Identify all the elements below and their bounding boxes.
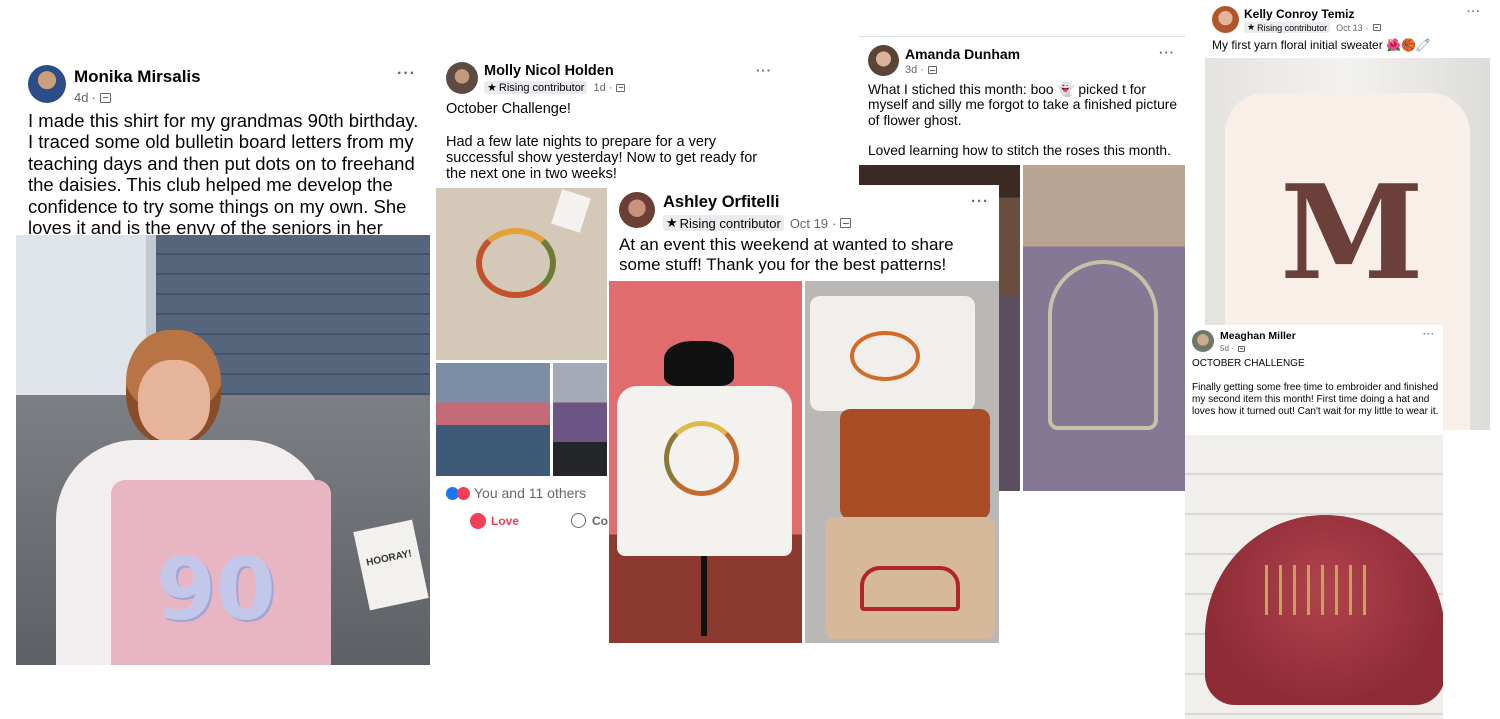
more-options-icon[interactable]: ··· (397, 65, 416, 83)
avatar[interactable] (619, 192, 655, 228)
post-time[interactable]: 5d (1220, 344, 1229, 353)
person-face (138, 360, 210, 442)
author-name[interactable]: Amanda Dunham (905, 46, 1020, 62)
avatar[interactable] (28, 65, 66, 103)
post-time[interactable]: 1d (593, 82, 605, 94)
post-time[interactable]: 4d (74, 90, 88, 105)
avatar[interactable] (868, 45, 899, 76)
post-meaghan: Meaghan Miller 5d · ··· OCTOBER CHALLENG… (1185, 325, 1443, 719)
tag (551, 189, 591, 233)
post-time[interactable]: 3d (905, 64, 917, 76)
love-reaction-icon (457, 486, 470, 500)
post-text: At an event this weekend at wanted to sh… (619, 235, 954, 274)
market-stall-photo-1[interactable] (436, 363, 550, 476)
star-icon: ★ (666, 215, 678, 230)
author-name[interactable]: Monika Mirsalis (74, 67, 201, 87)
pumpkin-sweaters-photo[interactable] (805, 281, 999, 643)
rising-contributor-badge: ★ Rising contributor (1244, 22, 1331, 33)
star-icon: ★ (1247, 22, 1256, 32)
post-text: OCTOBER CHALLENGE Finally getting some f… (1192, 358, 1439, 417)
globe-icon (927, 66, 937, 74)
globe-icon (1372, 24, 1381, 31)
post-text: What I stiched this month: boo 👻 picked … (868, 82, 1178, 159)
more-options-icon[interactable]: ··· (1423, 329, 1435, 339)
author-name[interactable]: Molly Nicol Holden (484, 63, 625, 79)
more-options-icon[interactable]: ··· (756, 63, 772, 78)
comment-icon (571, 513, 586, 528)
more-options-icon[interactable]: ··· (971, 193, 989, 210)
star-icon: ★ (487, 82, 497, 94)
author-name[interactable]: Meaghan Miller (1220, 330, 1296, 342)
globe-icon (840, 218, 852, 228)
avatar[interactable] (446, 62, 478, 94)
avatar[interactable] (1192, 330, 1214, 352)
post-time[interactable]: Oct 13 (1336, 23, 1363, 33)
post-time[interactable]: Oct 19 (790, 216, 828, 231)
more-options-icon[interactable]: ··· (1467, 6, 1481, 18)
turkey-sweater-hanger-photo[interactable] (609, 281, 802, 643)
author-name[interactable]: Kelly Conroy Temiz (1244, 7, 1381, 21)
rising-contributor-badge: ★ Rising contributor (663, 215, 784, 231)
post-text: October Challenge! Had a few late nights… (446, 101, 758, 183)
turkey-embroidery (664, 421, 739, 496)
turkey-sweater-photo[interactable] (436, 188, 607, 360)
post-monika: Monika Mirsalis 4d · ··· I made this shi… (16, 55, 430, 665)
embroidered-hat-photo[interactable] (1185, 435, 1443, 719)
globe-icon (616, 83, 626, 92)
post-text: My first yarn floral initial sweater 🌺🏀🧷 (1212, 38, 1431, 52)
avatar[interactable] (1212, 6, 1239, 33)
post-ashley: Ashley Orfitelli ★ Rising contributor Oct… (609, 185, 999, 643)
author-name[interactable]: Ashley Orfitelli (663, 193, 851, 212)
rust-pumpkin-sweater (840, 409, 990, 519)
hanger-bow (664, 341, 734, 386)
globe-icon (99, 92, 111, 103)
reactions-row[interactable]: You and 11 others (446, 485, 586, 501)
turkey-embroidery (476, 228, 556, 298)
wildflower-embroidery (1265, 565, 1375, 615)
more-options-icon[interactable]: ··· (1159, 45, 1175, 60)
shirt-number: 90 (156, 540, 276, 640)
rising-contributor-badge: ★ Rising contributor (484, 81, 588, 94)
ghost-embroidery (1048, 260, 1158, 430)
ghost-sweater-photo[interactable] (1023, 165, 1185, 491)
stand-pole (701, 556, 707, 636)
post-photo[interactable]: 90 HOORAY! (16, 235, 430, 665)
market-stall-photo-2[interactable] (553, 363, 607, 476)
reactions-count[interactable]: You and 11 others (474, 485, 586, 501)
love-icon (470, 513, 486, 529)
comment-button[interactable]: Co (571, 513, 608, 528)
globe-icon (1237, 345, 1245, 352)
sweater-initial: M (1280, 156, 1424, 309)
love-button[interactable]: Love (470, 513, 519, 529)
pumpkin-embroidery (850, 331, 920, 381)
truck-embroidery (860, 566, 960, 611)
